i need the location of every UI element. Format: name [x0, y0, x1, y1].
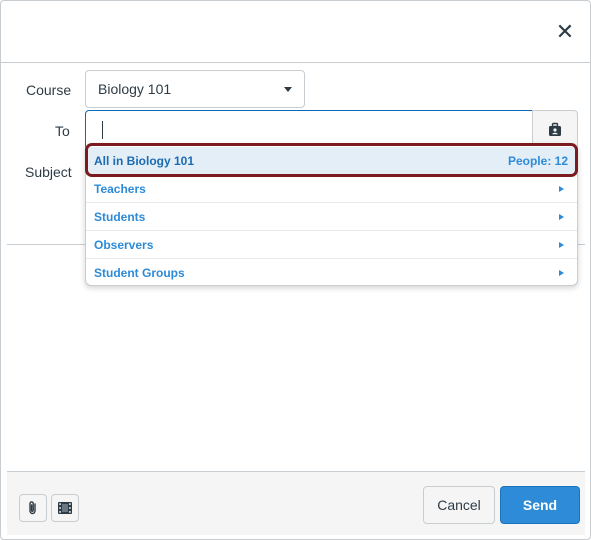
media-icon [58, 502, 72, 514]
chevron-right-icon [559, 186, 564, 192]
subject-label: Subject [25, 164, 72, 180]
course-label: Course [26, 82, 72, 98]
record-media-button[interactable] [51, 494, 79, 522]
recipient-option-label: Students [94, 209, 146, 224]
attach-file-button[interactable] [19, 494, 47, 522]
chevron-right-icon [559, 242, 564, 248]
recipient-option-all[interactable]: All in Biology 101 People: 12 [86, 147, 577, 175]
recipient-dropdown: All in Biology 101 People: 12 Teachers S… [85, 144, 578, 286]
chevron-right-icon [559, 214, 564, 220]
text-cursor [102, 121, 103, 139]
recipient-option-label: Observers [94, 237, 154, 252]
recipient-option-label: Student Groups [94, 266, 185, 280]
address-book-icon [549, 122, 561, 136]
recipient-option-label: All in Biology 101 [94, 153, 195, 168]
paperclip-icon [29, 501, 36, 515]
chevron-down-icon [284, 87, 292, 92]
compose-message-dialog: ✕ Course Biology 101 To Subject All in B… [0, 0, 591, 540]
course-select[interactable]: Biology 101 [85, 70, 305, 108]
recipient-option-teachers[interactable]: Teachers [86, 175, 577, 203]
close-icon: ✕ [555, 19, 575, 44]
dialog-footer [7, 471, 585, 535]
cancel-button[interactable]: Cancel [423, 486, 495, 524]
to-label: To [55, 123, 70, 139]
people-count: People: 12 [507, 153, 568, 168]
recipient-option-students[interactable]: Students [86, 203, 577, 231]
recipient-option-student-groups[interactable]: Student Groups [86, 259, 577, 287]
send-button[interactable]: Send [500, 486, 580, 524]
close-button[interactable]: ✕ [554, 19, 576, 44]
course-select-value: Biology 101 [98, 81, 172, 97]
recipient-option-observers[interactable]: Observers [86, 231, 577, 259]
chevron-right-icon [559, 270, 564, 276]
recipient-option-label: Teachers [94, 181, 146, 196]
dialog-titlebar: ✕ [1, 1, 590, 63]
